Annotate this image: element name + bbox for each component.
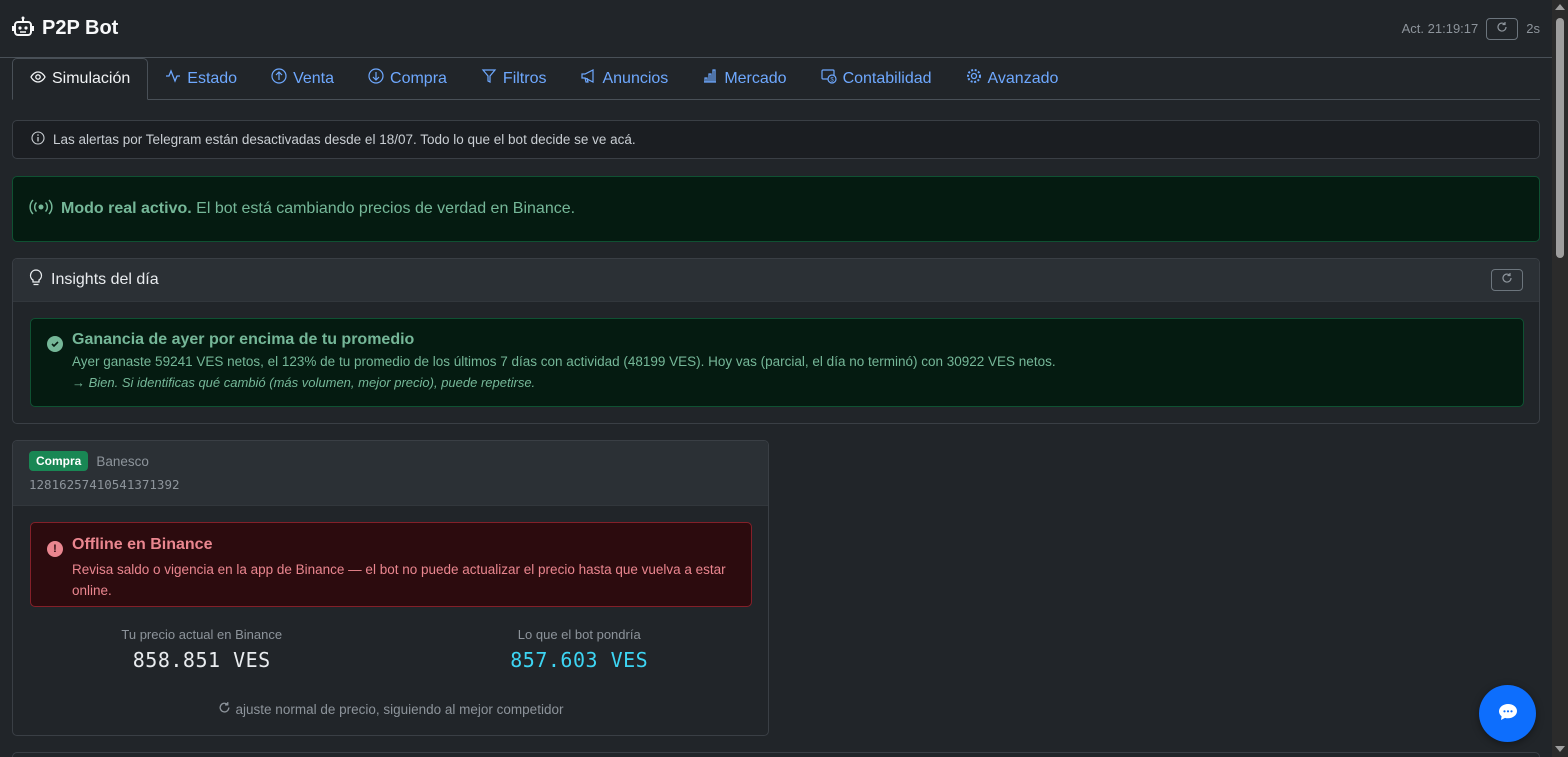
scrollbar[interactable] <box>1552 0 1568 757</box>
telegram-info-alert: Las alertas por Telegram están desactiva… <box>12 120 1540 159</box>
tab-label: Estado <box>187 69 238 87</box>
current-price-value: 858.851 VES <box>132 648 271 672</box>
tab-compra[interactable]: Compra <box>351 58 464 99</box>
broadcast-icon <box>29 198 53 220</box>
tab-venta[interactable]: Venta <box>254 58 351 99</box>
refresh-button[interactable] <box>1486 17 1519 40</box>
proposed-price-value: 857.603 VES <box>510 648 649 672</box>
refresh-icon <box>1496 21 1508 36</box>
next-card-edge <box>12 752 1540 757</box>
insights-refresh-button[interactable] <box>1491 269 1523 291</box>
tab-simulacion[interactable]: Simulación <box>12 58 149 100</box>
tab-label: Compra <box>390 69 447 87</box>
tab-estado[interactable]: Estado <box>148 58 254 99</box>
order-card: Compra Banesco 12816257410541371392 ! Of… <box>12 440 769 736</box>
proposed-price-label: Lo que el bot pondría <box>517 627 641 642</box>
mode-text: El bot está cambiando precios de verdad … <box>191 200 576 217</box>
cycle-icon <box>218 701 231 717</box>
tab-label: Avanzado <box>987 69 1059 87</box>
robot-icon <box>12 16 34 41</box>
check-circle-icon <box>47 336 63 352</box>
brand[interactable]: P2P Bot <box>12 16 118 41</box>
scroll-up-icon[interactable] <box>1555 4 1565 10</box>
funnel-icon <box>481 68 497 89</box>
tab-filtros[interactable]: Filtros <box>464 58 564 99</box>
alert-title: Offline en Binance <box>72 536 213 553</box>
mode-title: Modo real activo. <box>61 200 192 217</box>
info-icon <box>31 131 45 148</box>
last-updated: Act. 21:19:17 <box>1401 21 1479 36</box>
tab-label: Simulación <box>52 70 131 87</box>
insights-title: Insights del día <box>51 271 159 288</box>
order-bank: Banesco <box>96 453 149 469</box>
order-header: Compra Banesco 12816257410541371392 <box>13 441 768 506</box>
order-type-badge: Compra <box>29 451 89 471</box>
insights-card: Insights del día Ganancia de ayer por en… <box>12 258 1540 424</box>
insights-header: Insights del día <box>13 259 1539 302</box>
refresh-icon <box>1501 271 1513 289</box>
bar-chart-icon <box>702 68 718 89</box>
tab-mercado[interactable]: Mercado <box>685 58 803 99</box>
current-price: Tu precio actual en Binance 858.851 VES <box>13 627 391 672</box>
tab-label: Venta <box>293 69 335 87</box>
tab-avanzado[interactable]: Avanzado <box>949 58 1076 99</box>
real-mode-alert: Modo real activo. El bot está cambiando … <box>12 176 1540 242</box>
proposed-price: Lo que el bot pondría 857.603 VES <box>391 627 769 672</box>
tab-label: Filtros <box>502 69 547 87</box>
adjust-text: ajuste normal de precio, siguiendo al me… <box>235 701 564 717</box>
scroll-down-icon[interactable] <box>1555 746 1565 752</box>
gear-icon <box>966 68 982 89</box>
refresh-interval: 2s <box>1526 21 1540 36</box>
tab-label: Mercado <box>724 69 787 87</box>
tab-contabilidad[interactable]: $ Contabilidad <box>804 58 949 99</box>
exclamation-circle-icon: ! <box>47 541 63 557</box>
offline-alert: ! Offline en Binance Revisa saldo o vige… <box>30 522 752 607</box>
arrow-down-circle-icon <box>368 68 384 89</box>
chat-icon <box>1498 703 1518 724</box>
scroll-thumb[interactable] <box>1556 18 1564 258</box>
adjust-note: ajuste normal de precio, siguiendo al me… <box>13 701 768 717</box>
activity-icon <box>165 68 181 89</box>
tab-label: Anuncios <box>602 69 669 87</box>
arrow-up-circle-icon <box>271 68 287 89</box>
current-price-label: Tu precio actual en Binance <box>121 627 283 642</box>
alert-text: Revisa saldo o vigencia en la app de Bin… <box>72 562 726 598</box>
app-title: P2P Bot <box>42 17 119 39</box>
order-id: 12816257410541371392 <box>29 477 180 492</box>
eye-icon <box>30 69 46 90</box>
price-comparison: Tu precio actual en Binance 858.851 VES … <box>13 627 768 672</box>
tab-anuncios[interactable]: Anuncios <box>563 58 685 99</box>
navbar: P2P Bot Act. 21:19:17 2s <box>0 0 1552 58</box>
insight-title: Ganancia de ayer por encima de tu promed… <box>72 331 415 348</box>
insight-item: Ganancia de ayer por encima de tu promed… <box>30 318 1524 407</box>
info-text: Las alertas por Telegram están desactiva… <box>53 132 636 147</box>
tab-bar: Simulación Estado Venta Compra Filtros A… <box>12 58 1540 100</box>
insight-note: → Bien. Si identificas qué cambió (más v… <box>72 375 536 390</box>
cash-coin-icon: $ <box>820 68 837 89</box>
megaphone-icon <box>580 68 596 89</box>
tab-label: Contabilidad <box>842 69 932 87</box>
chat-button[interactable] <box>1479 685 1536 742</box>
insight-text: Ayer ganaste 59241 VES netos, el 123% de… <box>72 354 1056 369</box>
lightbulb-icon <box>29 268 43 292</box>
